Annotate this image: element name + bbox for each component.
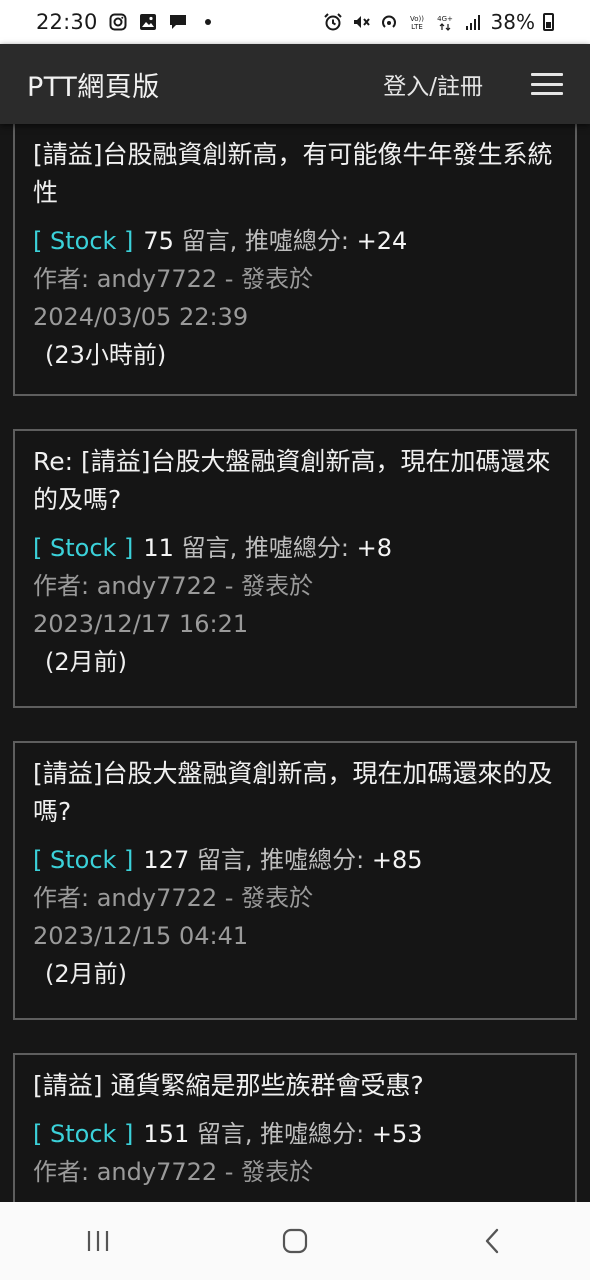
brand-title[interactable]: PTT網頁版 — [27, 65, 160, 104]
board-tag[interactable]: [ Stock ] — [33, 227, 133, 255]
status-left: 22:30 — [36, 10, 218, 34]
comment-count: 127 — [143, 846, 190, 874]
post-card[interactable]: Re: [請益]台股大盤融資創新高，現在加碼還來的及嗎? [ Stock ] 11… — [13, 429, 577, 708]
score-value: +53 — [371, 1120, 423, 1148]
post-meta: [ Stock ] 151 留言, 推噓總分: +53 — [33, 1115, 557, 1153]
status-right: Vo)) LTE 4G+ 38% — [323, 10, 554, 34]
comment-count: 75 — [143, 227, 174, 255]
score-value: +8 — [356, 534, 392, 562]
post-date: 2023/12/15 04:41 — [33, 922, 249, 950]
comment-count: 11 — [143, 534, 174, 562]
post-card[interactable]: [請益]台股融資創新高，有可能像牛年發生系統性 [ Stock ] 75 留言, … — [13, 124, 577, 396]
hotspot-icon — [379, 12, 399, 32]
post-date: 2023/12/17 16:21 — [33, 610, 249, 638]
back-icon[interactable] — [462, 1211, 522, 1271]
score-value: +24 — [356, 227, 408, 255]
post-relative-time: (23小時前) — [45, 341, 167, 369]
score-label: 留言, 推噓總分: — [196, 846, 365, 874]
score-value: +85 — [371, 846, 423, 874]
score-label: 留言, 推噓總分: — [196, 1120, 365, 1148]
score-label: 留言, 推噓總分: — [181, 534, 349, 562]
chat-icon — [168, 12, 188, 32]
score-label: 留言, 推噓總分: — [181, 227, 349, 255]
recent-apps-icon[interactable] — [68, 1211, 128, 1271]
home-icon[interactable] — [265, 1211, 325, 1271]
alarm-icon — [323, 12, 343, 32]
post-title[interactable]: Re: [請益]台股大盤融資創新高，現在加碼還來的及嗎? — [33, 431, 557, 519]
post-meta: [ Stock ] 75 留言, 推噓總分: +24 — [33, 222, 557, 260]
svg-text:LTE: LTE — [411, 23, 423, 31]
post-title[interactable]: [請益]台股融資創新高，有可能像牛年發生系統性 — [33, 124, 557, 212]
mute-icon — [351, 12, 371, 32]
comment-count: 151 — [143, 1120, 190, 1148]
status-bar: 22:30 Vo)) LTE 4G+ 38% — [0, 0, 590, 44]
post-author: 作者: andy7722 - 發表於 — [33, 572, 314, 600]
post-title[interactable]: [請益] 通貨緊縮是那些族群會受惠? — [33, 1055, 557, 1105]
post-relative-time: (2月前) — [45, 648, 127, 676]
board-tag[interactable]: [ Stock ] — [33, 1120, 133, 1148]
svg-text:Vo)): Vo)) — [410, 15, 424, 23]
notification-dot-icon — [198, 12, 218, 32]
instagram-icon — [108, 12, 128, 32]
post-author: 作者: andy7722 - 發表於 — [33, 265, 314, 293]
svg-text:4G+: 4G+ — [437, 15, 453, 23]
board-tag[interactable]: [ Stock ] — [33, 534, 133, 562]
post-relative-time: (2月前) — [45, 960, 127, 988]
post-card[interactable]: [請益]台股大盤融資創新高，現在加碼還來的及嗎? [ Stock ] 127 留言… — [13, 741, 577, 1020]
system-nav-bar — [0, 1202, 590, 1280]
volte-icon: Vo)) LTE — [407, 12, 427, 32]
post-meta: [ Stock ] 11 留言, 推噓總分: +8 — [33, 529, 557, 567]
post-meta: [ Stock ] 127 留言, 推噓總分: +85 — [33, 841, 557, 879]
signal-icon — [463, 12, 483, 32]
post-list: [請益]台股融資創新高，有可能像牛年發生系統性 [ Stock ] 75 留言, … — [0, 124, 590, 1202]
post-author: 作者: andy7722 - 發表於 — [33, 1158, 314, 1186]
app-header: PTT網頁版 登入/註冊 — [0, 44, 590, 124]
board-tag[interactable]: [ Stock ] — [33, 846, 133, 874]
post-author: 作者: andy7722 - 發表於 — [33, 884, 314, 912]
post-date: 2024/03/05 22:39 — [33, 303, 249, 331]
battery-icon — [543, 13, 554, 31]
gallery-icon — [138, 12, 158, 32]
battery-percent: 38% — [490, 10, 535, 34]
hamburger-menu-icon[interactable] — [531, 73, 563, 95]
post-title[interactable]: [請益]台股大盤融資創新高，現在加碼還來的及嗎? — [33, 743, 557, 831]
status-time: 22:30 — [36, 10, 98, 34]
post-card[interactable]: [請益] 通貨緊縮是那些族群會受惠? [ Stock ] 151 留言, 推噓總分… — [13, 1053, 577, 1202]
login-register-link[interactable]: 登入/註冊 — [383, 67, 483, 101]
network-4g-icon: 4G+ — [435, 12, 455, 32]
